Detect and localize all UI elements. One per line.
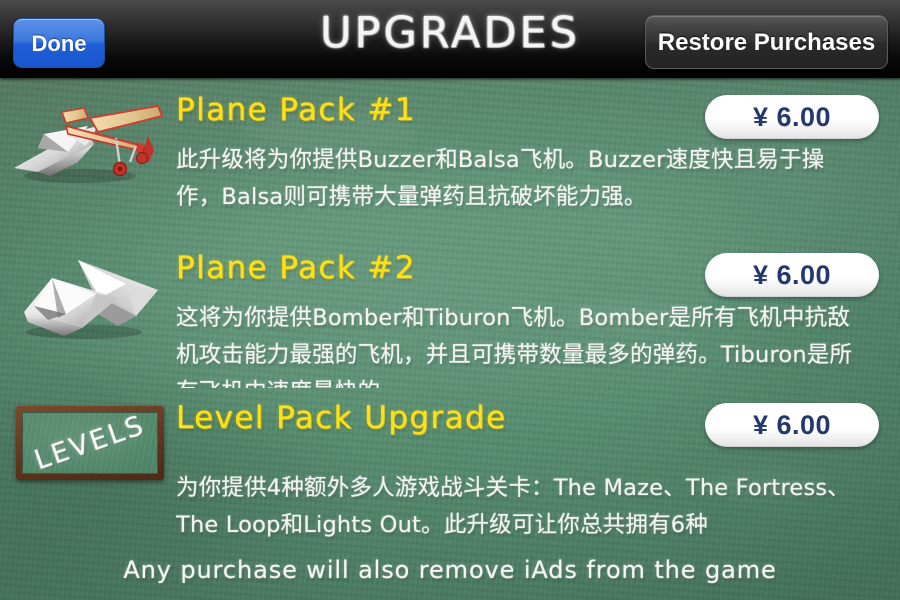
- footer-note: Any purchase will also remove iAds from …: [123, 556, 777, 584]
- upgrades-screen: Done UPGRADES Restore Purchases Plane Pa…: [0, 0, 900, 600]
- product-description: 这将为你提供Bomber和Tiburon飞机。Bomber是所有飞机中抗敌机攻击…: [176, 305, 853, 388]
- price-button[interactable]: ¥ 6.00: [705, 403, 879, 447]
- product-description: 此升级将为你提供Buzzer和Balsa飞机。Buzzer速度快且易于操作，Ba…: [176, 147, 825, 210]
- levels-chalkboard-icon: LEVELS: [8, 400, 168, 496]
- navigation-bar: Done UPGRADES Restore Purchases: [0, 0, 900, 78]
- levels-board-surface: LEVELS: [22, 412, 158, 474]
- levels-board-label: LEVELS: [30, 412, 150, 474]
- levels-board-frame: LEVELS: [16, 406, 164, 480]
- two-paper-planes-icon: [8, 250, 168, 346]
- done-button[interactable]: Done: [13, 18, 105, 68]
- price-button[interactable]: ¥ 6.00: [705, 253, 879, 297]
- restore-purchases-button[interactable]: Restore Purchases: [645, 15, 888, 69]
- product-title: Plane Pack #2: [176, 250, 416, 286]
- price-button[interactable]: ¥ 6.00: [705, 95, 879, 139]
- product-title: Plane Pack #1: [176, 92, 416, 128]
- paper-plane-and-balsa-plane-icon: [8, 92, 168, 188]
- product-description: 为你提供4种额外多人游戏战斗关卡：The Maze、The Fortress、T…: [176, 475, 850, 538]
- product-title: Level Pack Upgrade: [176, 400, 507, 436]
